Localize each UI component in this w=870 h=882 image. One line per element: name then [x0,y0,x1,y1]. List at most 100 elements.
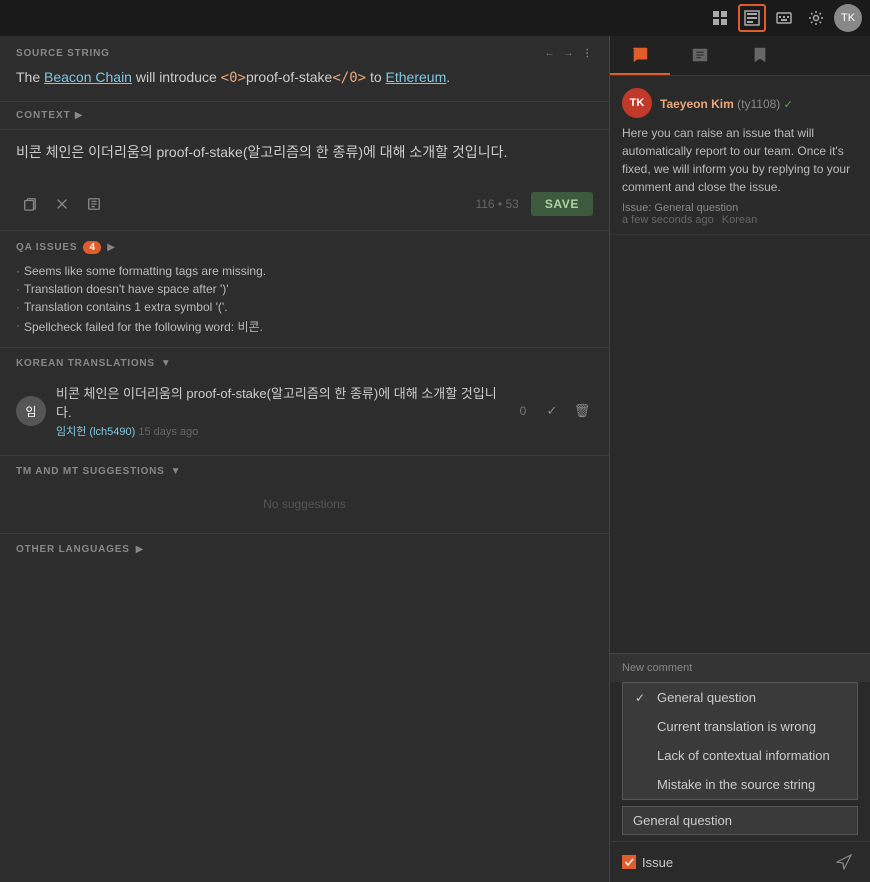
translation-meta: 임치헌 (lch5490) 15 days ago [56,423,503,439]
qa-badge: 4 [83,241,101,254]
layout-icon-btn[interactable] [706,4,734,32]
open-tag: <0> [221,70,246,86]
dropdown-item-label: Mistake in the source string [657,777,815,792]
qa-chevron-icon: ▶ [107,242,115,253]
beacon-chain-link[interactable]: Beacon Chain [44,69,132,85]
right-tabs [610,36,870,76]
qa-issue-text: Spellcheck failed for the following word… [24,318,263,335]
user-avatar[interactable]: TK [834,4,862,32]
comment-author-name: Taeyeon Kim (ty1108) [660,97,784,111]
more-icon[interactable]: ⋮ [582,48,593,59]
translation-content: 비콘 체인은 이더리움의 proof-of-stake(알고리즘의 한 종류)에… [56,383,503,439]
qa-label: QA ISSUES [16,242,77,253]
tm-suggestions-label: TM AND MT SUGGESTIONS [16,466,165,477]
context-label: CONTEXT [16,110,71,121]
settings-icon-btn[interactable] [802,4,830,32]
comment-item: TK Taeyeon Kim (ty1108) ✓ Here you can r… [610,76,870,235]
tm-chevron-icon: ▼ [171,466,181,477]
korean-translations-header: KOREAN TRANSLATIONS ▼ [16,358,593,369]
dropdown-item-label: Lack of contextual information [657,748,830,763]
copy-source-btn[interactable] [16,190,44,218]
translation-value: 비콘 체인은 이더리움의 proof-of-stake(알고리즘의 한 종류)에… [56,383,503,421]
send-button[interactable] [830,848,858,876]
history-btn[interactable] [80,190,108,218]
editor-icon-btn[interactable] [738,4,766,32]
translator-username-link[interactable]: 임치헌 (lch5490) [56,426,135,438]
translation-editor: 비콘 체인은 이더리움의 proof-of-stake(알고리즘의 한 종류)에… [0,130,609,231]
other-languages-label: OTHER LANGUAGES [16,544,130,555]
issue-select-wrapper: General question Current translation is … [622,806,858,835]
char-count-value: 116 [475,197,494,211]
next-icon[interactable]: → [563,48,574,59]
comment-username: (ty1108) [737,97,780,111]
dropdown-item-lack-context[interactable]: Lack of contextual information [623,741,857,770]
source-string-label: SOURCE STRING ← → ⋮ [16,48,593,59]
issue-type-select[interactable]: General question Current translation is … [622,806,858,835]
comment-time: a few seconds ago [622,214,714,226]
keyboard-icon-btn[interactable] [770,4,798,32]
tm-suggestions-header: TM AND MT SUGGESTIONS ▼ [16,466,593,477]
qa-issue-item: Translation doesn't have space after ')' [16,280,593,298]
main-layout: SOURCE STRING ← → ⋮ The Beacon Chain wil… [0,36,870,882]
qa-section: QA ISSUES 4 ▶ Seems like some formatting… [0,231,609,348]
info-tab[interactable] [670,36,730,75]
delete-icon[interactable]: 🗑 [571,400,593,422]
no-suggestions-text: No suggestions [16,485,593,523]
comment-body: Here you can raise an issue that will au… [622,124,858,196]
save-area: 116 • 53 SAVE [475,192,593,216]
issue-checkbox[interactable] [622,855,636,869]
context-chevron-icon: ▶ [75,110,83,121]
translations-chevron-icon: ▼ [161,358,171,369]
comment-avatar-initials: TK [630,97,645,109]
issue-checkbox-wrapper: Issue [622,855,673,870]
vote-count: 0 [513,404,533,418]
qa-issue-item: Seems like some formatting tags are miss… [16,262,593,280]
save-button[interactable]: SAVE [531,192,593,216]
other-languages-header: OTHER LANGUAGES ▶ [16,544,593,555]
dropdown-item-wrong-translation[interactable]: Current translation is wrong [623,712,857,741]
other-languages-section: OTHER LANGUAGES ▶ [0,534,609,573]
source-text: The Beacon Chain will introduce <0>proof… [16,67,593,89]
approve-icon[interactable]: ✓ [541,400,563,422]
translation-text[interactable]: 비콘 체인은 이더리움의 proof-of-stake(알고리즘의 한 종류)에… [16,142,593,182]
prev-icon[interactable]: ← [545,48,556,59]
korean-translations-section: KOREAN TRANSLATIONS ▼ 임 비콘 체인은 이더리움의 pro… [0,348,609,456]
ethereum-link[interactable]: Ethereum [386,69,447,85]
editor-icon-group [16,190,108,218]
close-tag: </0> [332,70,366,86]
char-count: 116 • 53 [475,197,518,211]
source-string-actions: ← → ⋮ [545,48,593,59]
dropdown-item-general[interactable]: ✓ General question [623,683,857,712]
qa-issue-text: Seems like some formatting tags are miss… [24,264,266,278]
comment-author-info: Taeyeon Kim (ty1108) ✓ [660,96,793,111]
bookmark-tab[interactable] [730,36,790,75]
clear-btn[interactable] [48,190,76,218]
avatar-initials: 임 [25,403,36,420]
left-panel: SOURCE STRING ← → ⋮ The Beacon Chain wil… [0,36,610,882]
right-panel: TK Taeyeon Kim (ty1108) ✓ Here you can r… [610,36,870,882]
korean-translations-label: KOREAN TRANSLATIONS [16,358,155,369]
comment-type-dropdown-menu: ✓ General question Current translation i… [622,682,858,800]
dropdown-item-label: General question [657,690,756,705]
top-nav: TK [0,0,870,36]
other-languages-chevron-icon: ▶ [136,544,144,555]
comment-language: Korean [722,214,757,226]
editor-actions: 116 • 53 SAVE [16,190,593,218]
comment-avatar: TK [622,88,652,118]
qa-issues-list: Seems like some formatting tags are miss… [16,262,593,337]
dropdown-area: New comment ✓ General question Current t… [610,653,870,882]
comment-verified-icon: ✓ [784,99,793,111]
translation-actions: 0 ✓ 🗑 [513,400,593,422]
qa-issue-text: Translation doesn't have space after ')' [24,282,229,296]
translation-time: 15 days ago [138,426,198,438]
translation-item: 임 비콘 체인은 이더리움의 proof-of-stake(알고리즘의 한 종류… [16,377,593,445]
comments-tab[interactable] [610,36,670,75]
check-icon: ✓ [635,691,649,705]
comment-header: TK Taeyeon Kim (ty1108) ✓ [622,88,858,118]
comment-input-row: Issue [610,841,870,882]
word-count-value: 53 [505,197,518,211]
qa-issue-item: Translation contains 1 extra symbol '('. [16,298,593,316]
dropdown-item-source-mistake[interactable]: Mistake in the source string [623,770,857,799]
context-bar[interactable]: CONTEXT ▶ [0,102,609,130]
issue-label: Issue [642,855,673,870]
